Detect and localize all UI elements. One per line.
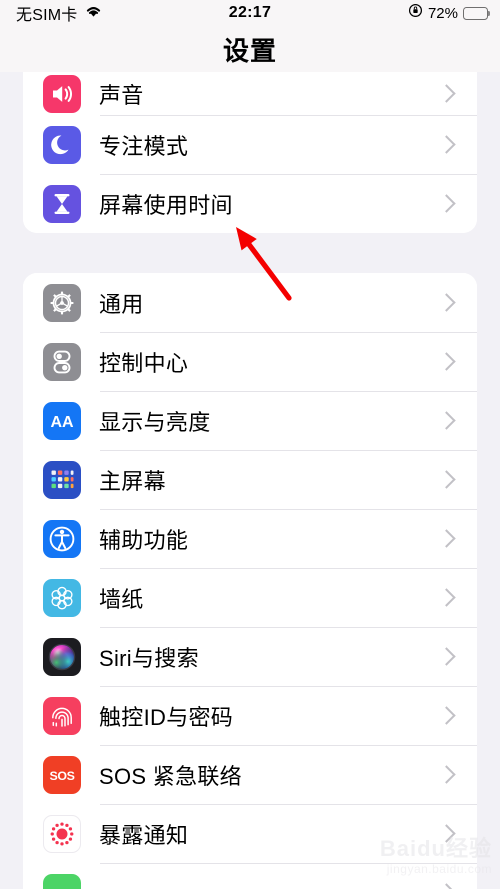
settings-row-label: Siri与搜索 (99, 645, 199, 671)
group-gap (0, 233, 500, 273)
settings-row-siri[interactable]: Siri与搜索 (23, 627, 477, 686)
watermark: Baidu经验 jingyan.baidu.com (379, 836, 492, 876)
status-bar: 无SIM卡 22:17 72% (0, 0, 500, 26)
settings-row-label: 主屏幕 (99, 468, 166, 494)
navigation-bar: 设置 (0, 26, 500, 72)
settings-row-label: 显示与亮度 (99, 409, 211, 435)
settings-row-label: SOS 紧急联络 (99, 763, 242, 789)
settings-row-focus[interactable]: 专注模式 (23, 115, 477, 174)
chevron-right-icon (437, 883, 456, 889)
hourglass-icon (43, 184, 81, 223)
toggles-icon (43, 342, 81, 381)
chevron-right-icon (437, 588, 456, 607)
page-title: 设置 (222, 35, 277, 66)
settings-group-media: 声音 专注模式 屏幕使用时间 (23, 72, 477, 233)
iphone-settings-screen: 无SIM卡 22:17 72% 设置 声音 专注模式 屏幕使用时间 通用 控制中… (0, 0, 500, 889)
battery-percent-label: 72% (427, 4, 458, 22)
flower-icon (43, 578, 81, 617)
speaker-icon (43, 74, 81, 113)
chevron-right-icon (437, 411, 456, 430)
settings-row-label: 声音 (99, 82, 144, 108)
accessibility-icon (43, 519, 81, 558)
watermark-main: Baidu经验 (379, 836, 492, 861)
settings-row-label: 触控ID与密码 (99, 704, 234, 730)
settings-list[interactable]: 声音 专注模式 屏幕使用时间 通用 控制中心 AA 显示与亮度 主屏幕 辅助功能… (0, 72, 500, 889)
status-bar-right: 72% (408, 0, 491, 26)
text-size-icon: AA (43, 401, 81, 440)
chevron-right-icon (437, 352, 456, 371)
settings-row-accessibility[interactable]: 辅助功能 (23, 509, 477, 568)
settings-row-label: 通用 (99, 291, 144, 317)
settings-row-control-center[interactable]: 控制中心 (23, 332, 477, 391)
settings-row-label: 墙纸 (99, 586, 144, 612)
settings-row-label: 屏幕使用时间 (99, 192, 233, 218)
svg-text:SOS: SOS (50, 769, 75, 783)
chevron-right-icon (437, 706, 456, 725)
siri-orb-icon (43, 637, 81, 676)
green-app-icon (43, 873, 81, 889)
settings-row-home-screen[interactable]: 主屏幕 (23, 450, 477, 509)
chevron-right-icon (437, 470, 456, 489)
settings-row-display[interactable]: AA 显示与亮度 (23, 391, 477, 450)
chevron-right-icon (437, 647, 456, 666)
moon-icon (43, 125, 81, 164)
settings-row-label: 控制中心 (99, 350, 189, 376)
chevron-right-icon (437, 135, 456, 154)
watermark-sub: jingyan.baidu.com (386, 862, 492, 876)
settings-row-screen-time[interactable]: 屏幕使用时间 (23, 174, 477, 233)
sos-icon: SOS (43, 755, 81, 794)
chevron-right-icon (437, 293, 456, 312)
settings-row-wallpaper[interactable]: 墙纸 (23, 568, 477, 627)
chevron-right-icon (437, 194, 456, 213)
chevron-right-icon (437, 765, 456, 784)
settings-row-general[interactable]: 通用 (23, 273, 477, 332)
settings-row-label: 辅助功能 (99, 527, 189, 553)
svg-text:AA: AA (50, 414, 74, 431)
exposure-dots-icon (43, 814, 81, 853)
rotation-lock-icon (408, 3, 423, 23)
settings-row-sos[interactable]: SOS SOS 紧急联络 (23, 745, 477, 804)
chevron-right-icon (437, 529, 456, 548)
fingerprint-icon (43, 696, 81, 735)
settings-row-label: 专注模式 (99, 133, 189, 159)
settings-group-system: 通用 控制中心 AA 显示与亮度 主屏幕 辅助功能 墙纸 Siri与搜索 触控I… (23, 273, 477, 889)
settings-row-touch-id[interactable]: 触控ID与密码 (23, 686, 477, 745)
settings-row-sound[interactable]: 声音 (23, 72, 477, 115)
gear-icon (43, 283, 81, 322)
battery-icon (463, 6, 491, 20)
clock-label: 22:17 (228, 4, 272, 21)
chevron-right-icon (437, 84, 456, 103)
app-grid-icon (43, 460, 81, 499)
